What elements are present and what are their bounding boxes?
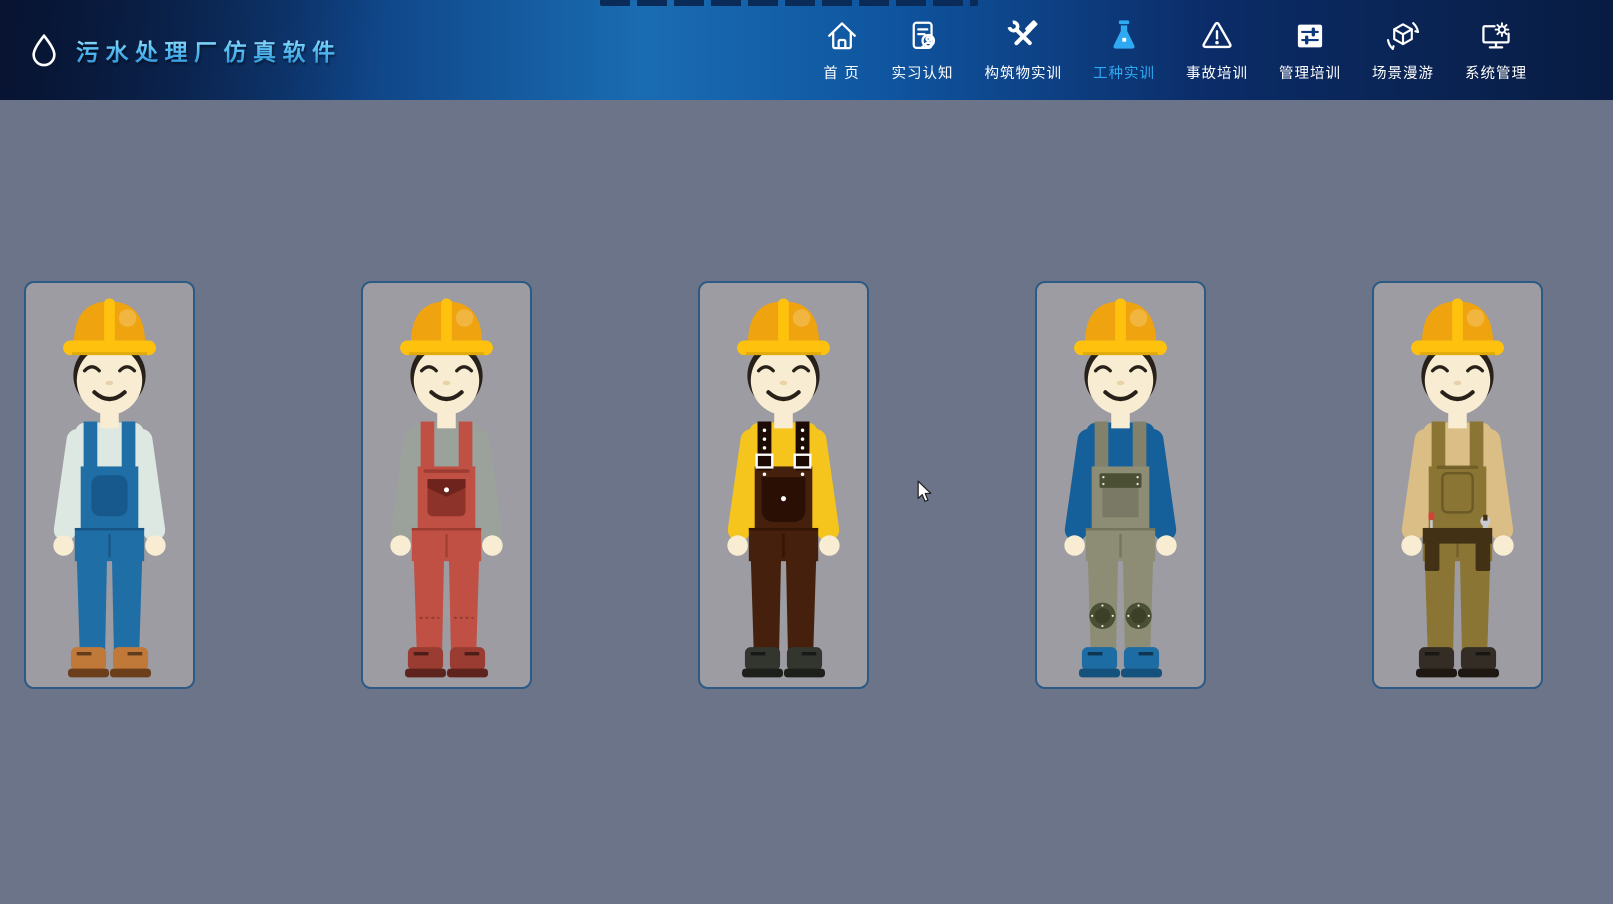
worker-illustration	[1374, 283, 1541, 687]
worker-red-overalls-card[interactable]	[361, 281, 532, 689]
worker-legs	[1425, 557, 1490, 651]
main-content	[0, 100, 1613, 904]
overall-strap-right	[122, 422, 136, 471]
worker-legs	[77, 557, 142, 651]
overall-strap-right	[459, 422, 473, 471]
overall-strap-left	[1432, 422, 1446, 471]
overall-strap-left	[1095, 422, 1109, 471]
cube-roam-icon	[1384, 17, 1422, 55]
app-window: 污水处理厂仿真软件 首 页 实习认知 构筑物实训 工种实训 事故培训 管理培训 …	[0, 0, 1613, 904]
nav-item-cube-roam[interactable]: 场景漫游	[1372, 17, 1434, 83]
worker-boots	[742, 647, 825, 677]
worker-illustration	[1037, 283, 1204, 687]
nav-item-document-search[interactable]: 实习认知	[892, 17, 954, 83]
crossed-tools-icon	[1004, 17, 1042, 55]
nav-item-crossed-tools[interactable]: 构筑物实训	[985, 17, 1063, 83]
worker-legs	[751, 557, 816, 651]
nav-item-sliders[interactable]: 管理培训	[1279, 17, 1341, 83]
nav-item-flask[interactable]: 工种实训	[1093, 17, 1155, 83]
worker-boots	[1416, 647, 1499, 677]
overall-strap-right	[1133, 422, 1147, 471]
nav-items: 首 页 实习认知 构筑物实训 工种实训 事故培训 管理培训 场景漫游 系统管理	[823, 17, 1613, 83]
home-icon	[823, 17, 861, 55]
clipped-banner-text	[600, 0, 978, 6]
hard-hat	[400, 298, 493, 355]
top-navbar: 污水处理厂仿真软件 首 页 实习认知 构筑物实训 工种实训 事故培训 管理培训 …	[0, 0, 1613, 100]
worker-boots	[405, 647, 488, 677]
water-drop-icon	[26, 32, 62, 68]
hard-hat	[737, 298, 830, 355]
worker-legs	[414, 557, 479, 651]
overall-strap-right	[1470, 422, 1484, 471]
worker-illustration	[26, 283, 193, 687]
nav-item-home[interactable]: 首 页	[823, 17, 861, 83]
monitor-gear-icon	[1477, 17, 1515, 55]
worker-illustration	[363, 283, 530, 687]
variant-plain	[91, 475, 127, 516]
flask-icon	[1105, 17, 1143, 55]
hard-hat	[1411, 298, 1504, 355]
overall-bib	[1429, 466, 1487, 532]
warning-triangle-icon	[1198, 17, 1236, 55]
hard-hat	[1074, 298, 1167, 355]
sliders-icon	[1291, 17, 1329, 55]
overall-strap-left	[84, 422, 98, 471]
worker-boots	[68, 647, 151, 677]
worker-brown-overalls-card[interactable]	[698, 281, 869, 689]
worker-cards	[0, 100, 1613, 689]
worker-khaki-overalls-card[interactable]	[1372, 281, 1543, 689]
hard-hat	[63, 298, 156, 355]
worker-olive-overalls-card[interactable]	[1035, 281, 1206, 689]
worker-blue-overalls-card[interactable]	[24, 281, 195, 689]
nav-item-warning-triangle[interactable]: 事故培训	[1186, 17, 1248, 83]
app-title: 污水处理厂仿真软件	[76, 33, 342, 67]
document-search-icon	[904, 17, 942, 55]
worker-illustration	[700, 283, 867, 687]
nav-item-monitor-gear[interactable]: 系统管理	[1465, 17, 1527, 83]
mouse-cursor	[917, 480, 933, 503]
overall-strap-left	[421, 422, 435, 471]
worker-boots	[1079, 647, 1162, 677]
brand: 污水处理厂仿真软件	[0, 32, 342, 68]
